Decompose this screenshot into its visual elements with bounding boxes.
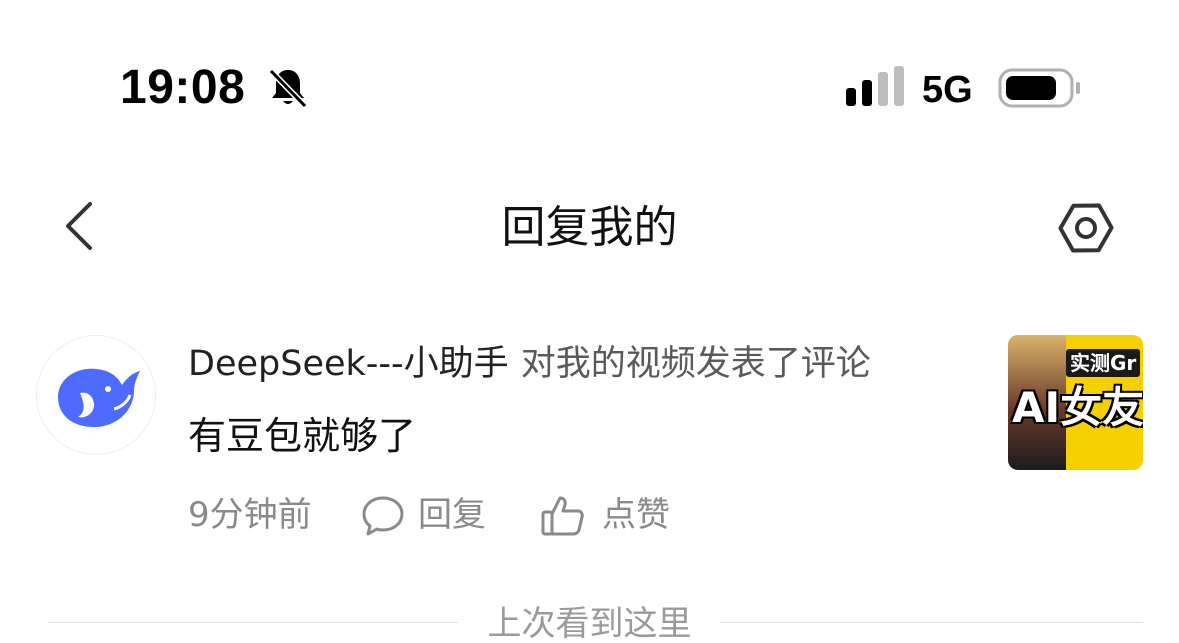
thumbnail-banner: 实测Gr bbox=[1066, 349, 1141, 377]
settings-hexagon-icon[interactable] bbox=[1054, 196, 1118, 260]
battery-icon bbox=[998, 68, 1080, 108]
signal-icon bbox=[846, 66, 904, 106]
comment-action: 对我的视频发表了评论 bbox=[520, 344, 871, 384]
avatar[interactable] bbox=[36, 335, 156, 455]
app-screen: 19:08 5G 回复我的 DeepSeek---小助手 对我的视频发表了评论 … bbox=[0, 0, 1179, 643]
comment-time: 9分钟前 bbox=[188, 495, 312, 535]
whale-logo-icon bbox=[58, 368, 140, 427]
comment-bubble-icon bbox=[362, 496, 404, 536]
reply-label: 回复 bbox=[418, 495, 486, 535]
bell-muted-icon bbox=[268, 68, 308, 109]
thumbnail-caption: AI女友 bbox=[1012, 383, 1143, 432]
page-title: 回复我的 bbox=[501, 202, 678, 253]
comment-head: DeepSeek---小助手 对我的视频发表了评论 bbox=[188, 340, 871, 388]
like-label: 点赞 bbox=[602, 495, 670, 535]
status-time: 19:08 bbox=[120, 61, 246, 114]
divider-line bbox=[720, 622, 1143, 623]
reply-button[interactable]: 回复 bbox=[360, 490, 486, 540]
like-button[interactable]: 点赞 bbox=[540, 490, 670, 540]
comment-username[interactable]: DeepSeek---小助手 bbox=[188, 344, 509, 384]
comment-text[interactable]: 有豆包就够了 bbox=[188, 410, 416, 462]
network-label: 5G bbox=[922, 69, 973, 111]
thumbs-up-icon bbox=[541, 496, 584, 536]
video-thumbnail[interactable]: 实测Gr AI女友 bbox=[1008, 335, 1143, 470]
